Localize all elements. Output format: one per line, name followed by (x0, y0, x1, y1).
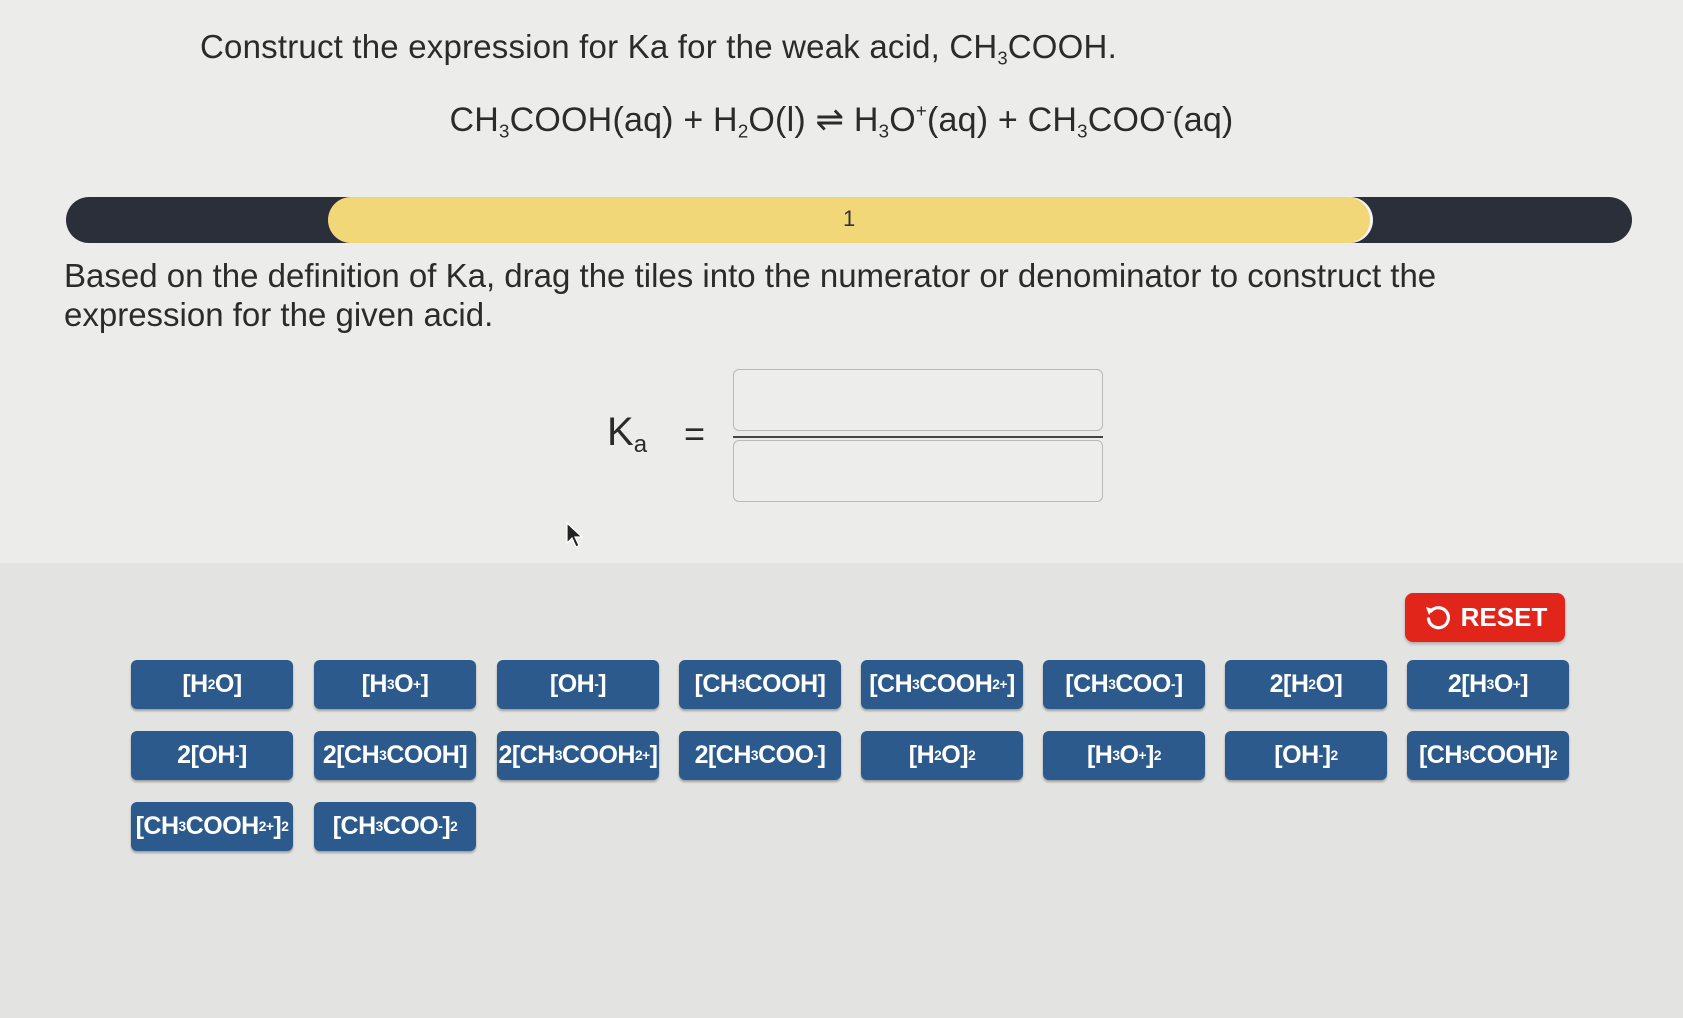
tile-16[interactable]: [CH 3 COOH 2 +] 2 (131, 802, 293, 851)
tile-13[interactable]: [H 3 O +] 2 (1043, 731, 1205, 780)
tile-14[interactable]: [OH -] 2 (1225, 731, 1387, 780)
denominator-drop-zone[interactable] (733, 440, 1103, 502)
tile-11[interactable]: 2[CH 3 COO -] (679, 731, 841, 780)
mouse-cursor-icon (566, 521, 584, 553)
instruction-text: Based on the definition of Ka, drag the … (64, 257, 1437, 333)
reaction-equation: CH3COOH(aq) + H2O(l) ⇌ H3O+(aq) + CH3COO… (449, 99, 1234, 142)
progress-step-label: 1 (843, 206, 856, 231)
tile-6[interactable]: 2[H 2 O] (1225, 660, 1387, 709)
tile-17[interactable]: [CH 3 COO -] 2 (314, 802, 476, 851)
reset-icon (1423, 603, 1453, 633)
tile-4[interactable]: [CH 3 COOH 2 +] (861, 660, 1023, 709)
question-title: Construct the expression for Ka for the … (200, 28, 1117, 69)
equals-sign: = (684, 413, 706, 454)
fraction-bar (733, 436, 1103, 438)
tile-1[interactable]: [H 3 O +] (314, 660, 476, 709)
tile-0[interactable]: [H 2 O] (131, 660, 293, 709)
tile-2[interactable]: [OH -] (497, 660, 659, 709)
reset-label: RESET (1460, 602, 1548, 632)
reset-button[interactable]: RESET (1405, 593, 1565, 642)
numerator-drop-zone[interactable] (733, 369, 1103, 431)
tile-12[interactable]: [H 2 O] 2 (861, 731, 1023, 780)
equilibrium-arrow-icon: ⇌ (815, 101, 845, 139)
tile-5[interactable]: [CH 3 COO -] (1043, 660, 1205, 709)
tile-7[interactable]: 2[H 3 O +] (1407, 660, 1569, 709)
tile-10[interactable]: 2[CH 3 COOH 2 +] (497, 731, 659, 780)
ka-label: Ka (607, 410, 648, 459)
tile-15[interactable]: [CH 3 COOH] 2 (1407, 731, 1569, 780)
tile-8[interactable]: 2[OH -] (131, 731, 293, 780)
tile-3[interactable]: [CH 3 COOH] (679, 660, 841, 709)
tile-9[interactable]: 2[CH 3 COOH] (314, 731, 476, 780)
